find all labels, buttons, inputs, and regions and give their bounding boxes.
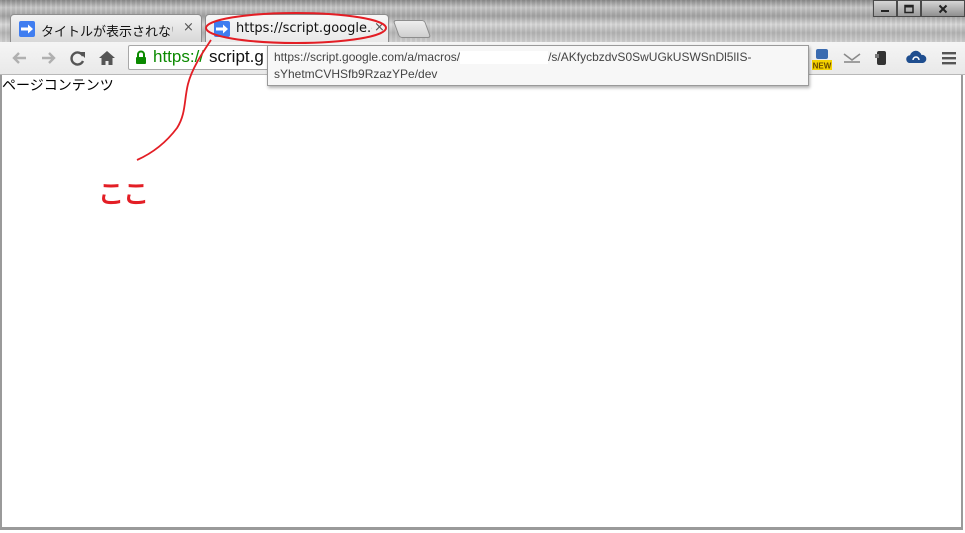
mail-icon[interactable] (842, 48, 862, 68)
tab-active[interactable]: https://script.google.co × (205, 14, 389, 42)
tab-title: タイトルが表示されない (41, 25, 173, 40)
tooltip-url-prefix: https://script.google.com/a/macros/ (274, 50, 461, 64)
menu-icon[interactable] (939, 48, 959, 68)
tooltip-line-2: sYhetmCVHSfb9RzazYPe/dev (274, 67, 438, 81)
back-icon[interactable] (10, 48, 30, 68)
new-tab-button[interactable] (392, 20, 432, 38)
lock-icon (135, 50, 147, 69)
forward-icon[interactable] (38, 48, 58, 68)
redacted-segment (460, 51, 549, 65)
tab-close-icon[interactable]: × (183, 20, 194, 35)
minimize-button[interactable] (873, 0, 897, 17)
tooltip-url-suffix: /s/AKfycbzdvS0SwUGkUSWSnDl5lIS- (548, 50, 752, 64)
url-scheme: https:// (153, 47, 205, 66)
tooltip-line-1: https://script.google.com/a/macros/ /s/AK… (274, 49, 802, 66)
evernote-icon[interactable] (872, 48, 892, 68)
reload-icon[interactable] (68, 48, 88, 68)
url-tooltip: https://script.google.com/a/macros/ /s/AK… (267, 45, 809, 86)
tab-arrow-icon (214, 21, 230, 37)
close-window-button[interactable] (921, 0, 965, 17)
cloud-icon[interactable] (905, 48, 927, 68)
tab-inactive[interactable]: タイトルが表示されない × (10, 14, 202, 42)
maximize-button[interactable] (897, 0, 921, 17)
tab-close-icon[interactable]: × (374, 20, 385, 35)
extension-new-icon[interactable]: NEW (811, 46, 833, 72)
home-icon[interactable] (97, 48, 117, 68)
tab-arrow-icon (19, 21, 35, 37)
url-host: script.g (209, 47, 264, 66)
annotation-label: ここ (98, 180, 149, 210)
badge-new-label: NEW (813, 62, 832, 71)
tab-title: https://script.google.co (236, 21, 372, 36)
page-content-text: ページコンテンツ (2, 77, 114, 93)
page-viewport: ページコンテンツ (0, 75, 963, 530)
